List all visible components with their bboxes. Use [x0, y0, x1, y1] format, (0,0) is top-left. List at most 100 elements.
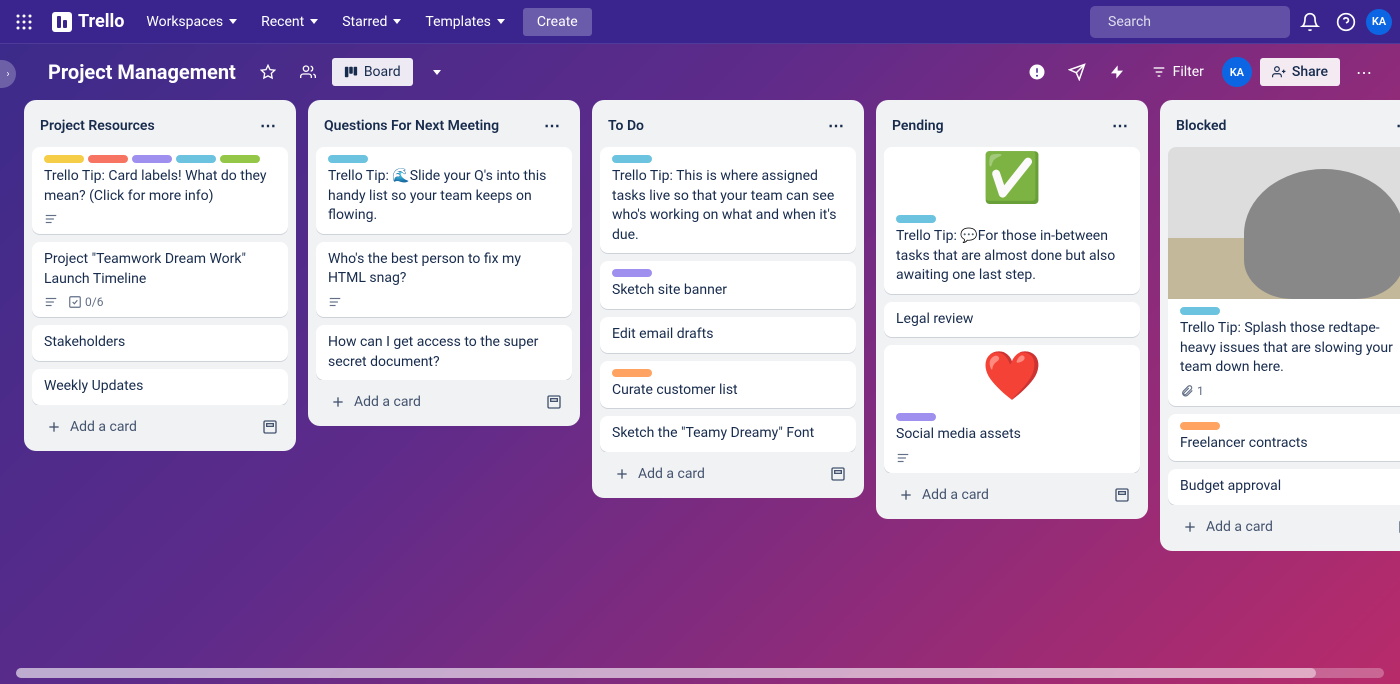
nav-recent[interactable]: Recent [251, 8, 328, 36]
nav-workspaces[interactable]: Workspaces [136, 8, 247, 36]
cards-container: Trello Tip: This is where assigned tasks… [600, 147, 856, 452]
add-card-button[interactable]: Add a card [890, 481, 1110, 509]
share-label: Share [1292, 64, 1328, 80]
avatar[interactable]: KA [1366, 9, 1392, 35]
card[interactable]: Trello Tip: This is where assigned tasks… [600, 147, 856, 253]
label-sky[interactable] [176, 155, 216, 163]
board-member-avatar[interactable]: KA [1222, 57, 1252, 87]
view-options-icon[interactable] [421, 56, 453, 88]
nav-starred[interactable]: Starred [332, 8, 411, 36]
list-header: Project Resources ⋯ [32, 108, 288, 147]
label-orange[interactable] [1180, 422, 1220, 430]
board-title[interactable]: Project Management [40, 60, 244, 84]
add-card-button[interactable]: Add a card [606, 460, 826, 488]
card[interactable]: Weekly Updates [32, 369, 288, 405]
card-title: Sketch the "Teamy Dreamy" Font [612, 424, 844, 444]
nav-templates-label: Templates [425, 14, 491, 30]
card-template-icon[interactable] [1110, 483, 1134, 507]
rocket-icon[interactable] [1061, 56, 1093, 88]
add-card-button[interactable]: Add a card [322, 388, 542, 416]
card-labels [612, 369, 844, 377]
star-icon[interactable] [252, 56, 284, 88]
create-button[interactable]: Create [523, 8, 592, 36]
list-footer: Add a card [316, 380, 572, 418]
label-purple[interactable] [132, 155, 172, 163]
card-title: How can I get access to the super secret… [328, 333, 560, 372]
label-lime[interactable] [220, 155, 260, 163]
card[interactable]: Budget approval [1168, 469, 1400, 505]
label-purple[interactable] [612, 269, 652, 277]
list-title[interactable]: Questions For Next Meeting [324, 118, 499, 134]
notifications-icon[interactable] [1294, 6, 1326, 38]
help-icon[interactable] [1330, 6, 1362, 38]
list-header: Questions For Next Meeting ⋯ [316, 108, 572, 147]
label-purple[interactable] [896, 413, 936, 421]
card[interactable]: Trello Tip: Splash those redtape-heavy i… [1168, 147, 1400, 406]
alert-icon[interactable] [1021, 56, 1053, 88]
card[interactable]: Who's the best person to fix my HTML sna… [316, 242, 572, 317]
card[interactable]: Project "Teamwork Dream Work" Launch Tim… [32, 242, 288, 317]
apps-switcher-icon[interactable] [8, 6, 40, 38]
board-view-switcher[interactable]: Board [332, 58, 413, 86]
card[interactable]: How can I get access to the super secret… [316, 325, 572, 380]
list-title[interactable]: To Do [608, 118, 644, 134]
search-box[interactable] [1090, 6, 1290, 38]
card[interactable]: ✅Trello Tip: 💬For those in-between tasks… [884, 147, 1140, 294]
list-menu-icon[interactable]: ⋯ [1392, 112, 1400, 139]
board-icon [344, 65, 358, 79]
filter-button[interactable]: Filter [1141, 58, 1214, 86]
card[interactable]: Trello Tip: 🌊Slide your Q's into this ha… [316, 147, 572, 234]
card-template-icon[interactable] [826, 462, 850, 486]
card-template-icon[interactable] [258, 415, 282, 439]
list-title[interactable]: Blocked [1176, 118, 1226, 134]
share-button[interactable]: Share [1260, 58, 1340, 86]
trello-logo-text: Trello [78, 11, 124, 32]
label-sky[interactable] [1180, 307, 1220, 315]
horizontal-scrollbar[interactable] [16, 668, 1384, 678]
workspace-visible-icon[interactable] [292, 56, 324, 88]
label-sky[interactable] [612, 155, 652, 163]
list-footer: Add a card [884, 473, 1140, 511]
cards-container: Trello Tip: Splash those redtape-heavy i… [1168, 147, 1400, 505]
card[interactable]: Freelancer contracts [1168, 414, 1400, 462]
list-title[interactable]: Pending [892, 118, 944, 134]
card[interactable]: Stakeholders [32, 325, 288, 361]
add-card-button[interactable]: Add a card [38, 413, 258, 441]
list-footer: Add a card [32, 405, 288, 443]
card-template-icon[interactable] [1394, 515, 1400, 539]
list-menu-icon[interactable]: ⋯ [256, 112, 280, 139]
card-title: Weekly Updates [44, 377, 276, 397]
list-footer: Add a card [1168, 505, 1400, 543]
label-yellow[interactable] [44, 155, 84, 163]
list-menu-icon[interactable]: ⋯ [1108, 112, 1132, 139]
card[interactable]: Sketch site banner [600, 261, 856, 309]
attachment-badge: 1 [1180, 384, 1204, 398]
label-sky[interactable] [328, 155, 368, 163]
scrollbar-thumb[interactable] [16, 668, 1316, 678]
card-template-icon[interactable] [542, 390, 566, 414]
list-footer: Add a card [600, 452, 856, 490]
card[interactable]: Legal review [884, 302, 1140, 338]
card[interactable]: Sketch the "Teamy Dreamy" Font [600, 416, 856, 452]
trello-logo[interactable]: Trello [44, 11, 132, 32]
card[interactable]: ❤️Social media assets [884, 345, 1140, 473]
board-menu-icon[interactable]: ⋯ [1348, 56, 1380, 88]
label-red[interactable] [88, 155, 128, 163]
search-input[interactable] [1108, 14, 1286, 30]
card-title: Social media assets [896, 425, 1128, 445]
label-sky[interactable] [896, 215, 936, 223]
nav-templates[interactable]: Templates [415, 8, 515, 36]
card[interactable]: Trello Tip: Card labels! What do they me… [32, 147, 288, 234]
automation-icon[interactable] [1101, 56, 1133, 88]
board-canvas[interactable]: Project Resources ⋯ Trello Tip: Card label… [0, 100, 1400, 684]
card-badges: 0/6 [44, 295, 276, 309]
card[interactable]: Curate customer list [600, 361, 856, 409]
list-title[interactable]: Project Resources [40, 118, 155, 134]
list-menu-icon[interactable]: ⋯ [824, 112, 848, 139]
list: Project Resources ⋯ Trello Tip: Card label… [24, 100, 296, 451]
filter-icon [1151, 64, 1167, 80]
add-card-button[interactable]: Add a card [1174, 513, 1394, 541]
label-orange[interactable] [612, 369, 652, 377]
card[interactable]: Edit email drafts [600, 317, 856, 353]
list-menu-icon[interactable]: ⋯ [540, 112, 564, 139]
